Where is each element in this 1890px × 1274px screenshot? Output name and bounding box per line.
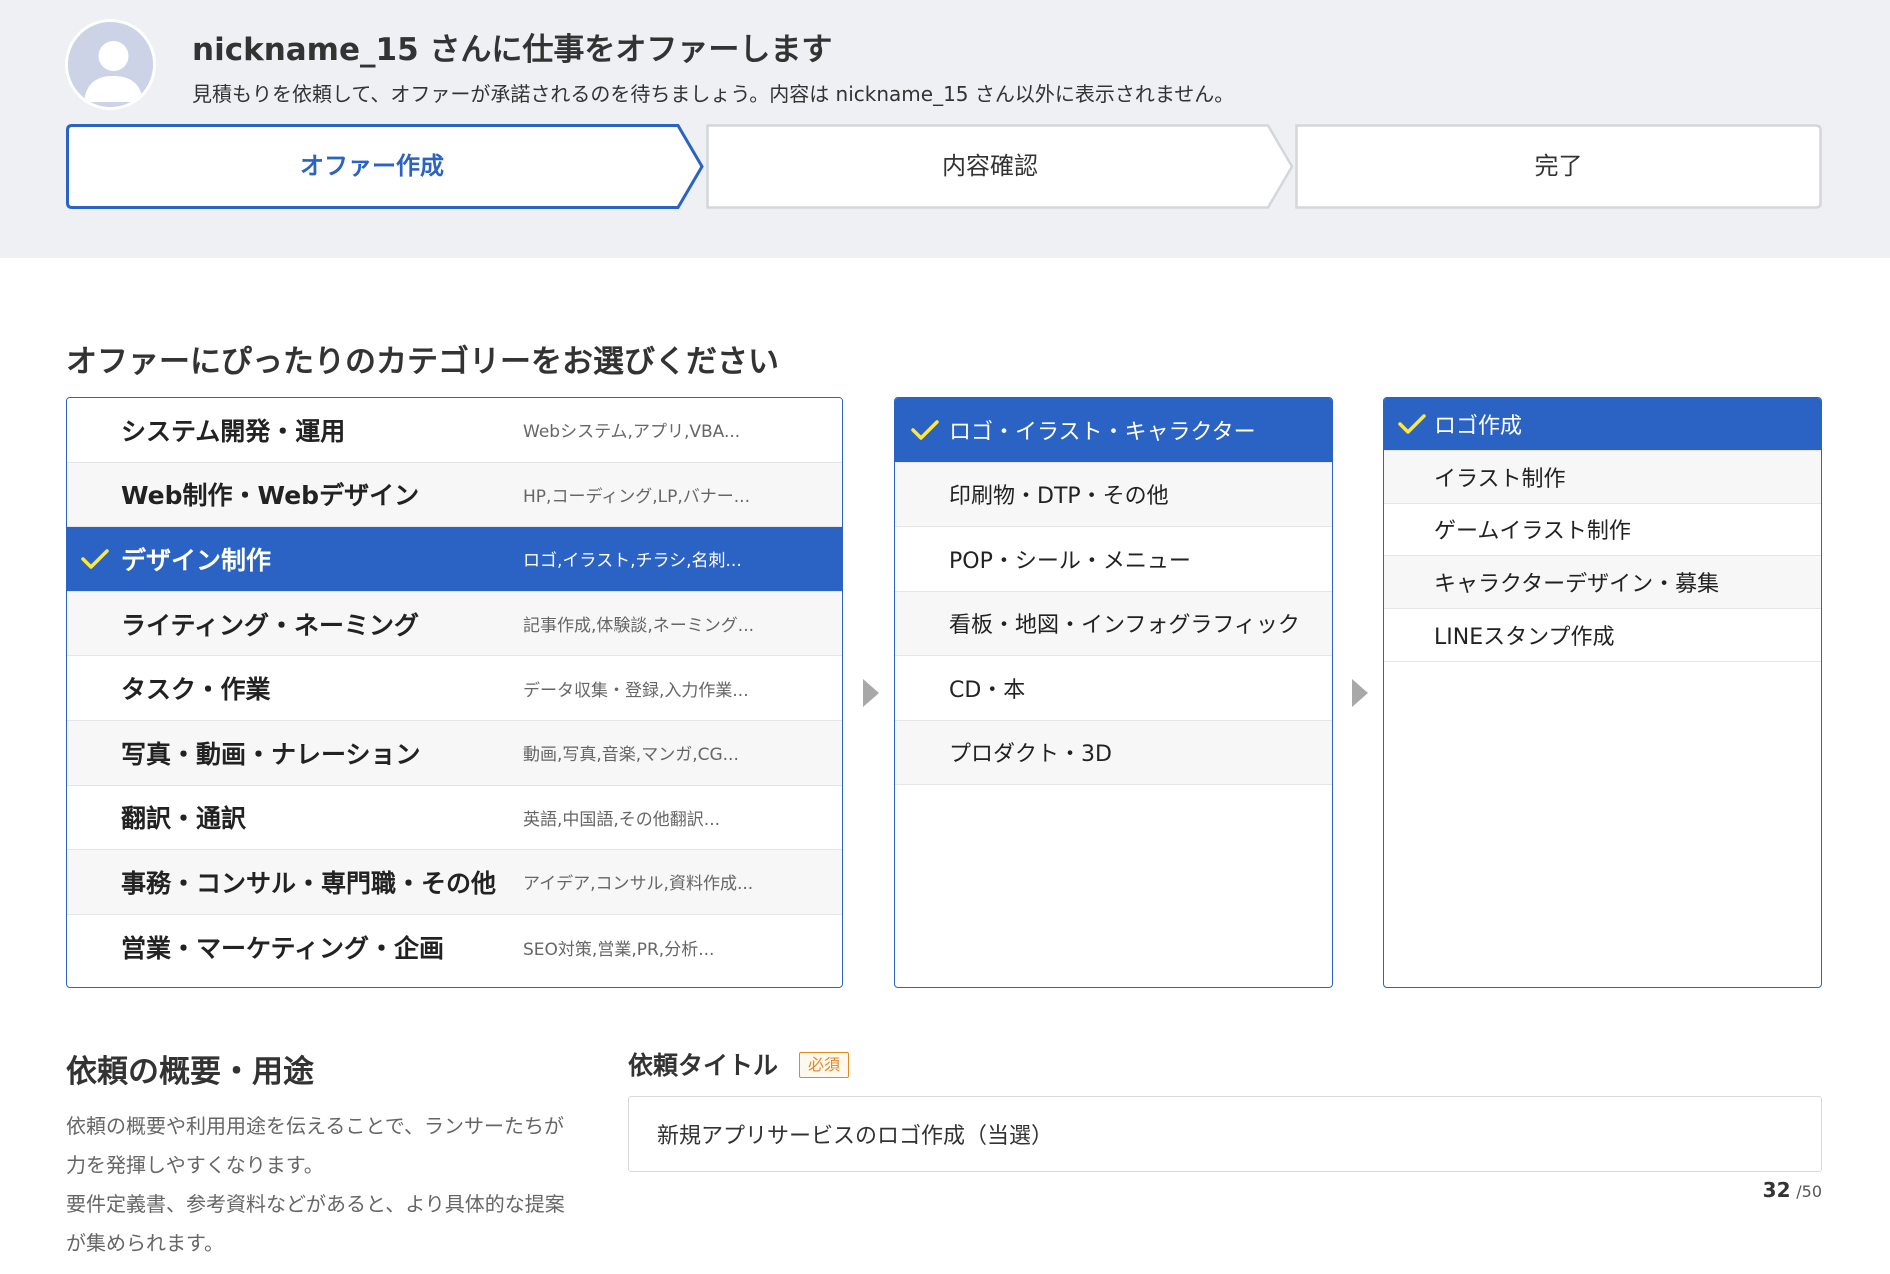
category-desc: データ収集・登録,入力作業... — [523, 680, 749, 701]
category-label: 写真・動画・ナレーション — [121, 739, 421, 769]
category-item-selected[interactable]: デザイン制作 ロゴ,イラスト,チラシ,名刺... — [67, 527, 842, 592]
char-max: /50 — [1796, 1182, 1822, 1201]
step-label: 内容確認 — [942, 152, 1038, 180]
step-label: 完了 — [1534, 152, 1583, 180]
detail-label: ゲームイラスト制作 — [1434, 519, 1631, 545]
page-subtitle: 見積もりを依頼して、オファーが承諾されるのを待ちましょう。内容は nicknam… — [192, 82, 1235, 106]
check-icon — [81, 549, 109, 569]
avatar — [65, 19, 156, 110]
overview-description: 依頼の概要や利用用途を伝えることで、ランサーたちが力を発揮しやすくなります。 要… — [66, 1107, 566, 1263]
user-silhouette-icon — [68, 22, 153, 107]
detail-item[interactable]: イラスト制作 — [1384, 450, 1821, 504]
category-label: ライティング・ネーミング — [121, 610, 420, 640]
category-heading: オファーにぴったりのカテゴリーをお選びください — [66, 344, 779, 380]
category-item[interactable]: Web制作・Webデザイン HP,コーディング,LP,バナー... — [67, 462, 842, 528]
category-label: デザイン制作 — [121, 545, 272, 575]
detail-label: イラスト制作 — [1434, 466, 1566, 492]
detail-item[interactable]: キャラクターデザイン・募集 — [1384, 556, 1821, 610]
subcategory-label: ロゴ・イラスト・キャラクター — [949, 419, 1256, 445]
category-label: 営業・マーケティング・企画 — [121, 934, 445, 964]
category-label: システム開発・運用 — [121, 416, 346, 446]
category-desc: 記事作成,体験談,ネーミング... — [523, 616, 755, 637]
category-item[interactable]: 翻訳・通訳 英語,中国語,その他翻訳... — [67, 785, 842, 851]
sub-category-list: ロゴ・イラスト・キャラクター 印刷物・DTP・その他 POP・シール・メニュー … — [894, 397, 1333, 988]
category-item[interactable]: 営業・マーケティング・企画 SEO対策,営業,PR,分析... — [67, 914, 842, 980]
category-desc: SEO対策,営業,PR,分析... — [523, 939, 715, 960]
step-complete: 完了 — [1295, 124, 1822, 209]
subcategory-label: CD・本 — [949, 677, 1026, 703]
category-item[interactable]: システム開発・運用 Webシステム,アプリ,VBA... — [67, 398, 842, 463]
subcategory-label: 看板・地図・インフォグラフィック — [949, 613, 1300, 639]
request-title-input[interactable] — [628, 1096, 1822, 1172]
main-category-list: システム開発・運用 Webシステム,アプリ,VBA... Web制作・Webデザ… — [66, 397, 843, 988]
required-badge: 必須 — [799, 1052, 850, 1078]
overview-desc-line: 要件定義書、参考資料などがあると、より具体的な提案が集められます。 — [66, 1192, 565, 1255]
request-title-label: 依頼タイトル — [628, 1051, 779, 1080]
detail-item[interactable]: ゲームイラスト制作 — [1384, 503, 1821, 557]
subcategory-label: 印刷物・DTP・その他 — [949, 484, 1169, 510]
check-icon — [1398, 414, 1426, 434]
overview-heading: 依頼の概要・用途 — [66, 1054, 314, 1090]
step-offer-create: オファー作成 — [66, 124, 704, 209]
category-item[interactable]: 写真・動画・ナレーション 動画,写真,音楽,マンガ,CG... — [67, 720, 842, 786]
detail-label: ロゴ作成 — [1434, 413, 1523, 439]
chevron-right-icon — [1352, 679, 1368, 707]
page-title: nickname_15 さんに仕事をオファーします — [192, 32, 833, 68]
category-label: タスク・作業 — [121, 675, 271, 705]
subcategory-item-selected[interactable]: ロゴ・イラスト・キャラクター — [895, 398, 1332, 463]
category-label: 事務・コンサル・専門職・その他 — [121, 868, 497, 898]
category-desc: HP,コーディング,LP,バナー... — [523, 486, 750, 507]
subcategory-item[interactable]: 看板・地図・インフォグラフィック — [895, 591, 1332, 656]
subcategory-label: POP・シール・メニュー — [949, 548, 1191, 574]
step-confirm: 内容確認 — [706, 124, 1294, 209]
subcategory-item[interactable]: POP・シール・メニュー — [895, 527, 1332, 592]
subcategory-item[interactable]: プロダクト・3D — [895, 720, 1332, 785]
chevron-right-icon — [863, 679, 879, 707]
progress-steps: オファー作成 内容確認 完了 — [66, 124, 1822, 209]
category-item[interactable]: 事務・コンサル・専門職・その他 アイデア,コンサル,資料作成... — [67, 850, 842, 915]
offer-header: nickname_15 さんに仕事をオファーします 見積もりを依頼して、オファー… — [0, 0, 1890, 258]
category-item[interactable]: タスク・作業 データ収集・登録,入力作業... — [67, 656, 842, 721]
category-desc: アイデア,コンサル,資料作成... — [523, 874, 754, 895]
category-desc: 英語,中国語,その他翻訳... — [523, 809, 721, 830]
detail-item-selected[interactable]: ロゴ作成 — [1384, 398, 1821, 451]
step-label: オファー作成 — [300, 152, 444, 180]
char-counter: 32 /50 — [1763, 1178, 1822, 1202]
category-label: 翻訳・通訳 — [121, 804, 247, 834]
category-item[interactable]: ライティング・ネーミング 記事作成,体験談,ネーミング... — [67, 591, 842, 657]
detail-item[interactable]: LINEスタンプ作成 — [1384, 609, 1821, 662]
category-desc: ロゴ,イラスト,チラシ,名刺... — [523, 551, 742, 572]
subcategory-label: プロダクト・3D — [949, 742, 1112, 768]
category-desc: 動画,写真,音楽,マンガ,CG... — [523, 745, 739, 766]
overview-desc-line: 依頼の概要や利用用途を伝えることで、ランサーたちが力を発揮しやすくなります。 — [66, 1114, 564, 1177]
detail-label: LINEスタンプ作成 — [1434, 625, 1615, 651]
category-label: Web制作・Webデザイン — [121, 481, 420, 511]
category-desc: Webシステム,アプリ,VBA... — [523, 422, 741, 443]
subcategory-item[interactable]: CD・本 — [895, 656, 1332, 721]
check-icon — [911, 420, 939, 440]
detail-category-list: ロゴ作成 イラスト制作 ゲームイラスト制作 キャラクターデザイン・募集 LINE… — [1383, 397, 1822, 988]
subcategory-item[interactable]: 印刷物・DTP・その他 — [895, 462, 1332, 527]
char-count: 32 — [1762, 1178, 1791, 1202]
detail-label: キャラクターデザイン・募集 — [1434, 572, 1720, 598]
